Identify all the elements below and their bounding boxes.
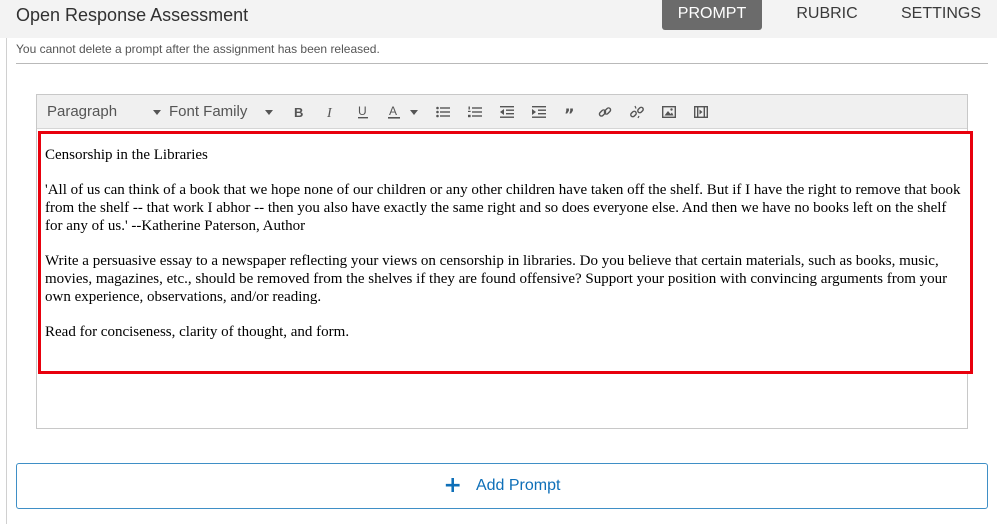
svg-text:B: B	[294, 105, 303, 119]
font-family-label: Font Family	[169, 103, 248, 120]
paragraph-format-select[interactable]: Paragraph	[47, 95, 161, 129]
link-icon[interactable]	[595, 103, 615, 121]
chevron-down-icon	[153, 110, 161, 115]
svg-text:A: A	[389, 105, 397, 118]
divider	[16, 63, 988, 64]
numbered-list-icon[interactable]	[465, 103, 485, 121]
prompt-quote: 'All of us can think of a book that we h…	[45, 182, 961, 234]
paragraph-format-label: Paragraph	[47, 103, 118, 120]
prompt-criteria: Read for conciseness, clarity of thought…	[45, 324, 350, 340]
svg-text:I: I	[326, 106, 333, 119]
header-bar: Open Response Assessment PROMPT RUBRIC S…	[0, 0, 997, 38]
unlink-icon[interactable]	[627, 103, 647, 121]
svg-text:U: U	[358, 105, 367, 118]
blockquote-icon[interactable]: ”	[561, 103, 581, 121]
bold-icon[interactable]: B	[289, 103, 309, 121]
outdent-icon[interactable]	[497, 103, 517, 121]
video-icon[interactable]	[691, 103, 711, 121]
tab-rubric[interactable]: RUBRIC	[784, 0, 870, 30]
chevron-down-icon	[265, 110, 273, 115]
svg-text:”: ”	[564, 106, 575, 118]
text-color-icon[interactable]: A	[385, 103, 421, 121]
image-icon[interactable]	[659, 103, 679, 121]
indent-icon[interactable]	[529, 103, 549, 121]
prompt-instructions: Write a persuasive essay to a newspaper …	[45, 253, 948, 305]
page-title: Open Response Assessment	[16, 5, 249, 25]
prompt-title: Censorship in the Libraries	[45, 147, 208, 163]
italic-icon[interactable]: I	[321, 103, 341, 121]
tab-prompt[interactable]: PROMPT	[662, 0, 762, 30]
add-prompt-button[interactable]: + Add Prompt	[16, 463, 988, 509]
bullet-list-icon[interactable]	[433, 103, 453, 121]
tab-settings[interactable]: SETTINGS	[890, 0, 992, 30]
font-family-select[interactable]: Font Family	[169, 95, 277, 129]
release-notice: You cannot delete a prompt after the ass…	[16, 42, 380, 56]
underline-icon[interactable]: U	[353, 103, 373, 121]
add-prompt-label: Add Prompt	[475, 477, 561, 494]
editor-toolbar: Paragraph Font Family B I U A ”	[37, 95, 967, 129]
plus-icon: +	[443, 473, 462, 498]
prompt-content-editable[interactable]: Censorship in the Libraries 'All of us c…	[38, 131, 973, 374]
